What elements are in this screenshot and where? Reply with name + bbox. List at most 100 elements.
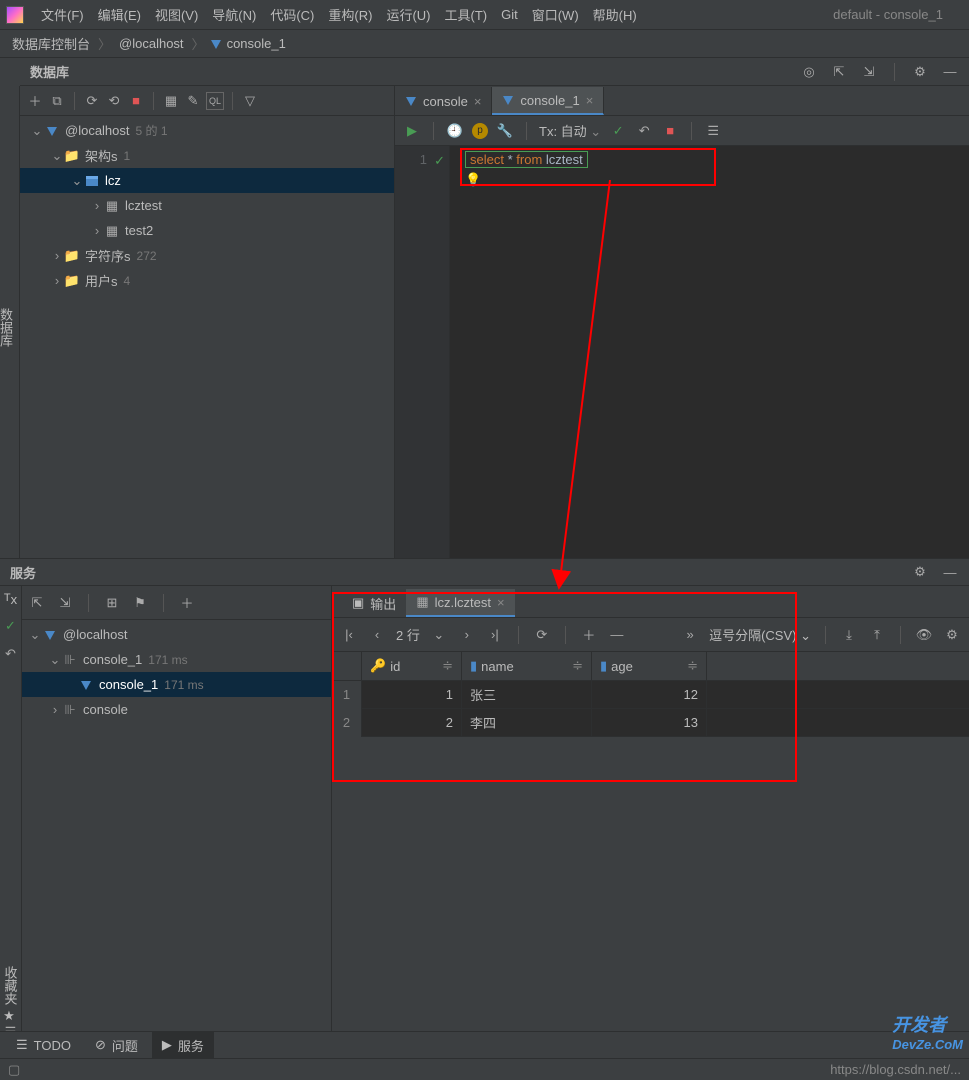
hide-icon[interactable]: — [941,563,959,581]
refresh-icon[interactable]: ⟳ [533,626,551,644]
services-body: Tx ✓ ↶ ☰ ⇱ ⇲ ⊞ ⚑ ＋ ⌄ @localhost ⌄ ⊪ cons… [0,586,969,1041]
col-age[interactable]: ▮age≑ [592,652,707,680]
services-tree[interactable]: ⌄ @localhost ⌄ ⊪ console_1171 ms console… [22,620,331,722]
bulb-icon[interactable]: 💡 [465,172,481,188]
menu-view[interactable]: 视图(V) [148,5,205,24]
tree-users[interactable]: › 📁 用户s4 [20,268,394,293]
tab-console[interactable]: console× [395,87,492,115]
view-icon[interactable]: 👁 [915,626,933,644]
svc-console1-run[interactable]: console_1171 ms [22,672,331,697]
edit-icon[interactable]: ✎ [184,92,202,110]
col-name[interactable]: ▮name≑ [462,652,592,680]
collapse-all-icon[interactable]: ⇲ [56,594,74,612]
menu-help[interactable]: 帮助(H) [586,5,644,24]
breadcrumb-host[interactable]: @localhost [115,36,188,51]
filter-icon[interactable]: ▽ [241,92,259,110]
menu-git[interactable]: Git [494,7,525,22]
sync-icon[interactable]: ⟲ [105,92,123,110]
close-icon[interactable]: × [474,94,482,109]
history-icon[interactable]: 🕘 [446,122,464,140]
result-table-tab[interactable]: ▦lcz.lcztest × [406,589,514,617]
csv-format[interactable]: 逗号分隔(CSV) ⌄ [709,625,811,644]
prev-page-icon[interactable]: ‹ [368,626,386,644]
table-row[interactable]: 1 1 张三 12 [332,681,969,709]
copy-icon[interactable]: ⧉ [48,92,66,110]
menu-code[interactable]: 代码(C) [263,5,321,24]
bottom-toolbar: ☰TODO ⊘问题 ▶服务 [0,1031,969,1058]
commit-icon[interactable]: ✓ [609,122,627,140]
menu-window[interactable]: 窗口(W) [525,5,586,24]
svc-console1-group[interactable]: ⌄ ⊪ console_1171 ms [22,647,331,672]
export-icon[interactable]: ⤓ [840,626,858,644]
tree-schema-lcz[interactable]: ⌄ lcz [20,168,394,193]
settings-icon[interactable]: ⚙ [943,626,961,644]
bottom-services[interactable]: ▶服务 [152,1032,214,1059]
editor-tabs: console× console_1× [395,86,969,116]
run-icon[interactable]: ▶ [403,122,421,140]
tx-icon[interactable]: Tx [4,592,17,607]
add-row-icon[interactable]: ＋ [580,626,598,644]
output-tab[interactable]: ▣输出 [342,589,406,617]
bottom-todo[interactable]: ☰TODO [6,1032,81,1059]
tree-schemas[interactable]: ⌄ 📁 架构s1 [20,143,394,168]
group-icon[interactable]: ⊞ [103,594,121,612]
tab-console-1[interactable]: console_1× [492,87,604,115]
refresh-icon[interactable]: ⟳ [83,92,101,110]
tree-datasource[interactable]: ⌄ @localhost5 的 1 [20,118,394,143]
next-page-icon[interactable]: › [458,626,476,644]
close-icon[interactable]: × [586,93,594,108]
add-icon[interactable]: ＋ [178,594,196,612]
filter-icon[interactable]: ⚑ [131,594,149,612]
bottom-problems[interactable]: ⊘问题 [85,1032,148,1059]
cancel-icon[interactable]: ■ [661,122,679,140]
tx-mode[interactable]: Tx: 自动 ⌄ [539,121,601,140]
database-tree[interactable]: ⌄ @localhost5 的 1 ⌄ 📁 架构s1 ⌄ lcz › ▦ lcz… [20,116,394,558]
import-icon[interactable]: ⤒ [868,626,886,644]
tree-collations[interactable]: › 📁 字符序s272 [20,243,394,268]
settings-icon[interactable]: ⚙ [911,563,929,581]
explain-icon[interactable]: p [472,123,488,139]
check-icon: ✓ [434,153,445,169]
add-icon[interactable]: ＋ [26,92,44,110]
tree-table-test2[interactable]: › ▦ test2 [20,218,394,243]
menu-nav[interactable]: 导航(N) [205,5,263,24]
menu-edit[interactable]: 编辑(E) [91,5,148,24]
remove-row-icon[interactable]: — [608,626,626,644]
settings-icon[interactable]: ⚙ [911,63,929,81]
svc-datasource[interactable]: ⌄ @localhost [22,622,331,647]
col-id[interactable]: 🔑id≑ [362,652,462,680]
breadcrumb-console[interactable]: console_1 [223,36,290,51]
menu-refactor[interactable]: 重构(R) [321,5,379,24]
ql-icon[interactable]: QL [206,92,224,110]
tree-table-lcztest[interactable]: › ▦ lcztest [20,193,394,218]
last-page-icon[interactable]: ›| [486,626,504,644]
menu-file[interactable]: 文件(F) [34,5,91,24]
layout-icon[interactable]: ☰ [704,122,722,140]
close-icon[interactable]: × [497,595,505,610]
favorites-stripe[interactable]: 收藏夹 ★ [0,960,20,1030]
menu-run[interactable]: 运行(U) [379,5,437,24]
rollback-icon[interactable]: ↶ [635,122,653,140]
result-table[interactable]: 🔑id≑ ▮name≑ ▮age≑ 1 1 张三 12 2 2 李四 13 [332,652,969,737]
first-page-icon[interactable]: |‹ [340,626,358,644]
stop-icon[interactable]: ■ [127,92,145,110]
expand-icon[interactable]: ⇱ [830,63,848,81]
wrench-icon[interactable]: 🔧 [496,122,514,140]
commit-icon[interactable]: ✓ [2,617,20,635]
svc-console[interactable]: › ⊪ console [22,697,331,722]
target-icon[interactable]: ◎ [800,63,818,81]
gutter: 1✓ [395,146,450,558]
rows-dropdown-icon[interactable]: ⌄ [430,626,448,644]
table-row[interactable]: 2 2 李四 13 [332,709,969,737]
left-stripe[interactable]: 数据库 [0,86,20,558]
table-icon[interactable]: ▦ [162,92,180,110]
breadcrumb-root[interactable]: 数据库控制台 [8,34,94,53]
expand-all-icon[interactable]: ⇱ [28,594,46,612]
status-icon[interactable]: ▢ [8,1062,20,1078]
code-editor[interactable]: 1✓ select * from lcztest 💡 [395,146,969,558]
rollback-icon[interactable]: ↶ [2,645,20,663]
hide-icon[interactable]: — [941,63,959,81]
collapse-icon[interactable]: ⇲ [860,63,878,81]
menu-tools[interactable]: 工具(T) [437,5,494,24]
more-icon[interactable]: » [681,626,699,644]
